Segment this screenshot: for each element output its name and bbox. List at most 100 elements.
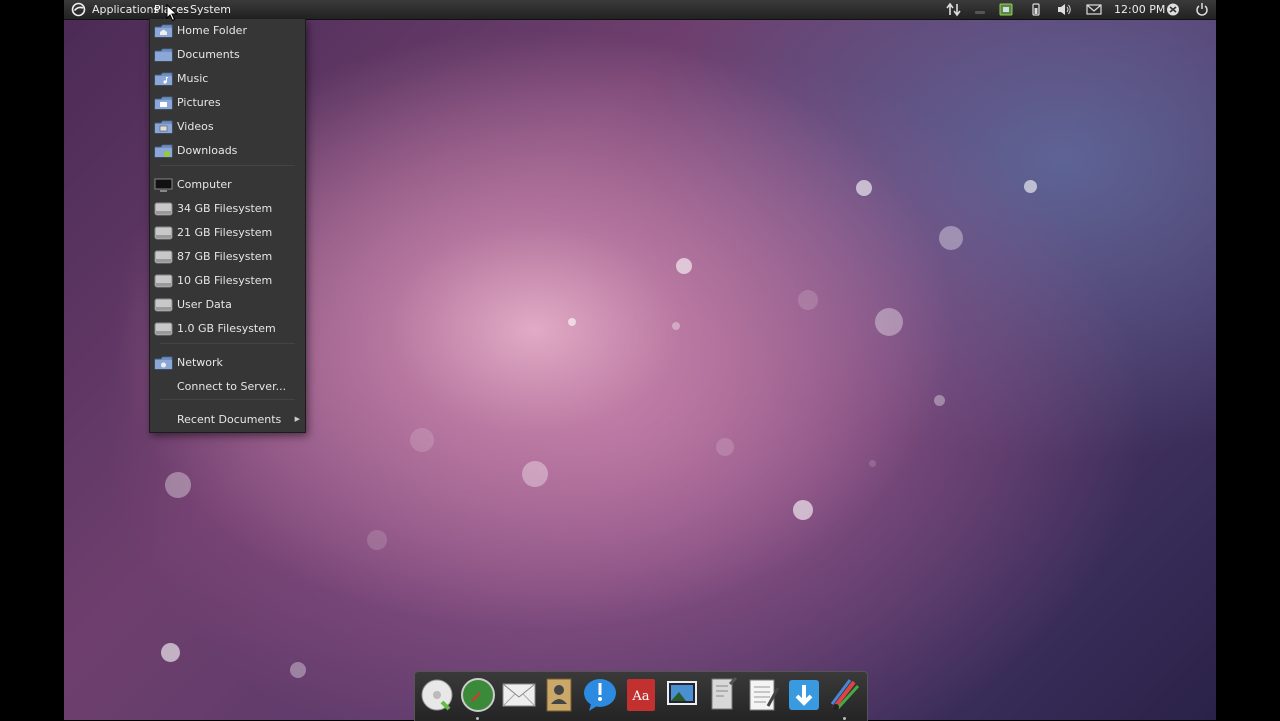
submenu-arrow-icon: ▶ — [294, 415, 300, 423]
menu-item-label: Downloads — [177, 144, 238, 157]
system-menu[interactable]: System — [190, 3, 231, 16]
folder-icon — [154, 48, 173, 62]
image-viewer-icon — [666, 681, 697, 705]
pictures-folder-icon — [154, 96, 173, 110]
menu-item-connect-to-server[interactable]: Connect to Server... — [150, 376, 305, 398]
dock-image-viewer-launcher[interactable] — [663, 676, 701, 714]
videos-folder-icon — [154, 120, 173, 134]
bokeh-dot — [161, 643, 180, 662]
computer-icon — [154, 178, 173, 192]
dim-indicator-icon[interactable] — [972, 2, 988, 17]
dock-text-editor-launcher[interactable] — [704, 676, 742, 714]
volume-icon[interactable] — [1056, 2, 1072, 17]
battery-icon[interactable] — [1028, 2, 1044, 17]
drive-icon — [154, 226, 173, 240]
menu-item-label: Music — [177, 72, 209, 85]
dock-notepad-launcher[interactable] — [744, 676, 782, 714]
bokeh-dot — [290, 662, 306, 678]
music-folder-icon — [154, 72, 173, 86]
home-folder-icon — [154, 24, 173, 38]
downloads-folder-icon — [154, 144, 173, 158]
bokeh-dot — [672, 322, 680, 330]
bokeh-dot — [165, 472, 191, 498]
menu-item-1-0-gb-filesystem[interactable]: 1.0 GB Filesystem — [150, 318, 305, 340]
top-panel: Applications Places System 12:00 PM — [64, 0, 1216, 20]
menu-item-label: Pictures — [177, 96, 221, 109]
bokeh-dot — [798, 290, 818, 310]
update-manager-icon[interactable] — [998, 2, 1014, 17]
menu-separator — [160, 165, 295, 166]
menu-item-label: 34 GB Filesystem — [177, 202, 273, 215]
disc-burner-icon — [421, 679, 453, 711]
menu-item-label: 1.0 GB Filesystem — [177, 322, 276, 335]
dock-mail-launcher[interactable] — [500, 676, 538, 714]
distro-logo-icon[interactable] — [71, 2, 86, 17]
power-icon[interactable] — [1194, 2, 1210, 17]
menu-separator — [160, 399, 295, 400]
dock-download-manager-launcher[interactable] — [785, 676, 823, 714]
dock-disc-burner-launcher[interactable] — [418, 676, 456, 714]
menu-item-label: 21 GB Filesystem — [177, 226, 273, 239]
chat-icon — [584, 679, 617, 711]
dock-browser-compass-launcher[interactable] — [459, 676, 497, 714]
dock-contacts-launcher[interactable] — [540, 676, 578, 714]
text-editor-icon — [711, 676, 737, 710]
bokeh-dot — [856, 180, 872, 196]
mail-indicator-icon[interactable] — [1086, 2, 1102, 17]
menu-item-network[interactable]: Network — [150, 352, 305, 374]
dock-dictionary-launcher[interactable]: Aa — [622, 676, 660, 714]
menu-item-documents[interactable]: Documents — [150, 44, 305, 66]
contacts-icon — [546, 678, 572, 712]
menu-item-10-gb-filesystem[interactable]: 10 GB Filesystem — [150, 270, 305, 292]
menu-item-label: Documents — [177, 48, 240, 61]
notepad-icon — [749, 679, 780, 711]
menu-item-downloads[interactable]: Downloads — [150, 140, 305, 162]
drive-icon — [154, 274, 173, 288]
menu-item-34-gb-filesystem[interactable]: 34 GB Filesystem — [150, 198, 305, 220]
bokeh-dot — [1024, 180, 1037, 193]
menu-separator — [160, 343, 295, 344]
dock-paint-launcher[interactable] — [826, 676, 864, 714]
bokeh-dot — [568, 318, 576, 326]
bokeh-dot — [367, 530, 387, 550]
download-manager-icon — [789, 680, 820, 710]
bokeh-dot — [410, 428, 434, 452]
mouse-cursor-icon — [166, 4, 178, 22]
applications-menu[interactable]: Applications — [92, 3, 159, 16]
menu-item-label: Computer — [177, 178, 232, 191]
menu-item-music[interactable]: Music — [150, 68, 305, 90]
menu-item-recent-documents[interactable]: Recent Documents ▶ — [150, 409, 305, 431]
bokeh-dot — [716, 438, 734, 456]
menu-item-21-gb-filesystem[interactable]: 21 GB Filesystem — [150, 222, 305, 244]
menu-item-pictures[interactable]: Pictures — [150, 92, 305, 114]
clock[interactable]: 12:00 PM — [1114, 3, 1165, 16]
paint-icon — [830, 679, 860, 710]
menu-item-videos[interactable]: Videos — [150, 116, 305, 138]
drive-icon — [154, 250, 173, 264]
user-status-icon[interactable] — [1165, 2, 1181, 17]
bokeh-dot — [939, 226, 963, 250]
menu-item-user-data[interactable]: User Data — [150, 294, 305, 316]
bokeh-dot — [869, 460, 876, 467]
menu-item-label: Network — [177, 356, 223, 369]
bokeh-dot — [676, 258, 692, 274]
menu-item-label: Videos — [177, 120, 214, 133]
bokeh-dot — [934, 395, 945, 406]
drive-icon — [154, 298, 173, 312]
menu-item-label: Recent Documents — [177, 413, 282, 426]
bokeh-dot — [875, 308, 903, 336]
menu-item-computer[interactable]: Computer — [150, 174, 305, 196]
menu-item-label: Home Folder — [177, 24, 247, 37]
browser-compass-icon — [460, 678, 495, 712]
menu-item-87-gb-filesystem[interactable]: 87 GB Filesystem — [150, 246, 305, 268]
network-transfer-icon[interactable] — [946, 2, 962, 17]
bokeh-dot — [522, 461, 548, 487]
menu-item-label: 87 GB Filesystem — [177, 250, 273, 263]
places-dropdown-menu: Home Folder Documents Music Pictures Videos D… — [149, 19, 306, 433]
bokeh-dot — [793, 500, 813, 520]
dock-chat-launcher[interactable] — [581, 676, 619, 714]
dock: Aa — [414, 671, 868, 721]
menu-item-label: User Data — [177, 298, 232, 311]
menu-item-label: Connect to Server... — [177, 380, 287, 393]
menu-item-home-folder[interactable]: Home Folder — [150, 20, 305, 42]
